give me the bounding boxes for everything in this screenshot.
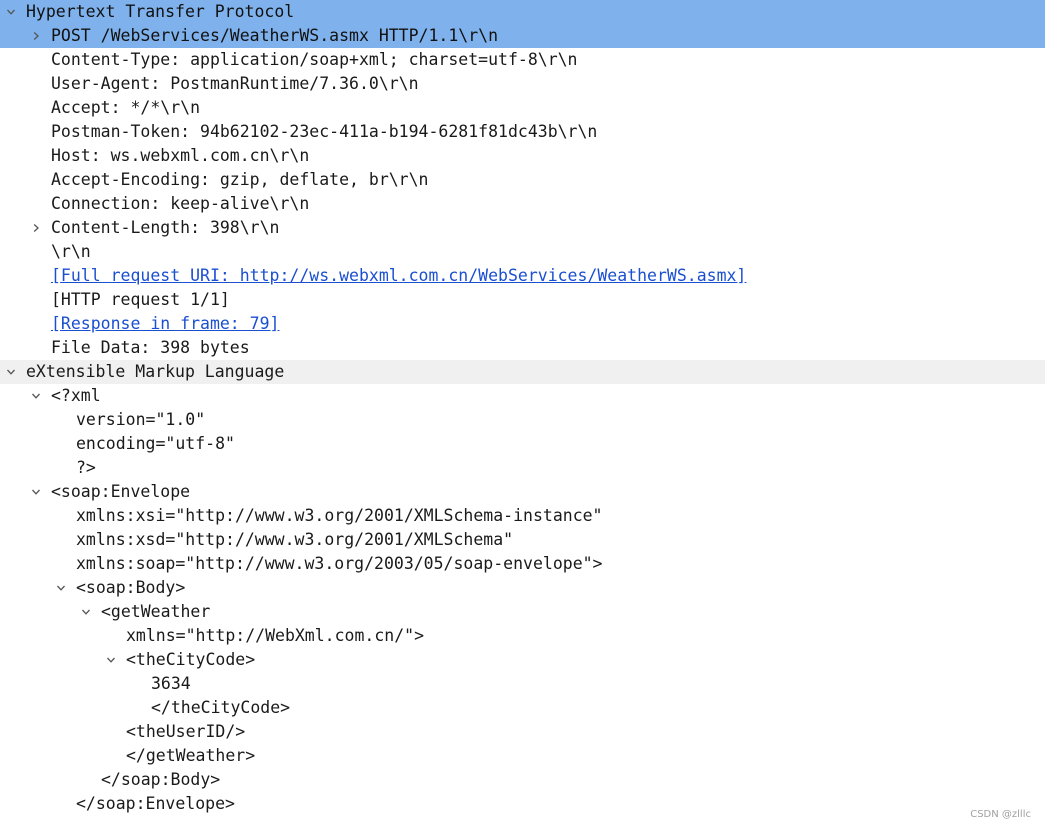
tree-row[interactable]: eXtensible Markup Language [0, 360, 1045, 384]
tree-row-label: Host: ws.webxml.com.cn\r\n [51, 146, 310, 165]
tree-row-label: <soap:Body> [76, 578, 186, 597]
tree-row[interactable]: xmlns:xsd="http://www.w3.org/2001/XMLSch… [0, 528, 1045, 552]
tree-row-label: [HTTP request 1/1] [51, 290, 230, 309]
tree-row-label: xmlns="http://WebXml.com.cn/"> [126, 626, 425, 645]
tree-row[interactable]: </soap:Body> [0, 768, 1045, 792]
tree-row[interactable]: xmlns="http://WebXml.com.cn/"> [0, 624, 1045, 648]
tree-row[interactable]: <theCityCode> [0, 648, 1045, 672]
tree-row[interactable]: POST /WebServices/WeatherWS.asmx HTTP/1.… [0, 24, 1045, 48]
tree-row-label: <theUserID/> [126, 722, 246, 741]
tree-row-label: </theCityCode> [151, 698, 291, 717]
tree-row[interactable]: [Full request URI: http://ws.webxml.com.… [0, 264, 1045, 288]
tree-row[interactable]: ?> [0, 456, 1045, 480]
tree-row[interactable]: xmlns:soap="http://www.w3.org/2003/05/so… [0, 552, 1045, 576]
tree-row[interactable]: </theCityCode> [0, 696, 1045, 720]
tree-row-label: version="1.0" [76, 410, 206, 429]
tree-row[interactable]: User-Agent: PostmanRuntime/7.36.0\r\n [0, 72, 1045, 96]
tree-row-label: \r\n [51, 242, 91, 261]
tree-row-label: eXtensible Markup Language [26, 362, 285, 381]
tree-row-label: Accept: */*\r\n [51, 98, 201, 117]
tree-row-label: <getWeather [101, 602, 211, 621]
tree-row[interactable]: encoding="utf-8" [0, 432, 1045, 456]
chevron-down-icon[interactable] [4, 0, 18, 24]
chevron-down-icon[interactable] [29, 384, 43, 408]
tree-row[interactable]: <?xml [0, 384, 1045, 408]
chevron-right-icon[interactable] [29, 216, 43, 240]
tree-row[interactable]: </soap:Envelope> [0, 792, 1045, 816]
tree-row-label: POST /WebServices/WeatherWS.asmx HTTP/1.… [51, 26, 499, 45]
tree-row-label: File Data: 398 bytes [51, 338, 250, 357]
tree-row-label: </soap:Body> [101, 770, 221, 789]
tree-row[interactable]: <theUserID/> [0, 720, 1045, 744]
tree-row[interactable]: Postman-Token: 94b62102-23ec-411a-b194-6… [0, 120, 1045, 144]
tree-row[interactable]: xmlns:xsi="http://www.w3.org/2001/XMLSch… [0, 504, 1045, 528]
tree-row-label: Accept-Encoding: gzip, deflate, br\r\n [51, 170, 429, 189]
tree-row[interactable]: Hypertext Transfer Protocol [0, 0, 1045, 24]
chevron-down-icon[interactable] [54, 576, 68, 600]
tree-row-label: Hypertext Transfer Protocol [26, 2, 295, 21]
tree-row[interactable]: </getWeather> [0, 744, 1045, 768]
tree-row[interactable]: Connection: keep-alive\r\n [0, 192, 1045, 216]
tree-row[interactable]: Content-Type: application/soap+xml; char… [0, 48, 1045, 72]
tree-row-label: Content-Length: 398\r\n [51, 218, 280, 237]
tree-row-label: Content-Type: application/soap+xml; char… [51, 50, 578, 69]
tree-row[interactable]: Accept: */*\r\n [0, 96, 1045, 120]
watermark: CSDN @zlllc [970, 809, 1031, 820]
tree-row-label: ?> [76, 458, 96, 477]
tree-row-label: Connection: keep-alive\r\n [51, 194, 310, 213]
tree-row[interactable]: <soap:Envelope [0, 480, 1045, 504]
chevron-down-icon[interactable] [29, 480, 43, 504]
tree-row-label: xmlns:xsi="http://www.w3.org/2001/XMLSch… [76, 506, 603, 525]
tree-row-label: 3634 [151, 674, 191, 693]
tree-row[interactable]: [HTTP request 1/1] [0, 288, 1045, 312]
tree-row[interactable]: Host: ws.webxml.com.cn\r\n [0, 144, 1045, 168]
tree-row-label: </getWeather> [126, 746, 256, 765]
tree-row-label: Postman-Token: 94b62102-23ec-411a-b194-6… [51, 122, 598, 141]
tree-row-label: encoding="utf-8" [76, 434, 235, 453]
tree-row-label: xmlns:soap="http://www.w3.org/2003/05/so… [76, 554, 603, 573]
tree-row[interactable]: File Data: 398 bytes [0, 336, 1045, 360]
tree-row-label: xmlns:xsd="http://www.w3.org/2001/XMLSch… [76, 530, 514, 549]
tree-row[interactable]: version="1.0" [0, 408, 1045, 432]
tree-row-label: <soap:Envelope [51, 482, 191, 501]
tree-row[interactable]: Content-Length: 398\r\n [0, 216, 1045, 240]
chevron-right-icon[interactable] [29, 24, 43, 48]
chevron-down-icon[interactable] [104, 648, 118, 672]
tree-row-link[interactable]: [Full request URI: http://ws.webxml.com.… [51, 264, 746, 288]
tree-row[interactable]: <getWeather [0, 600, 1045, 624]
tree-row-label: <theCityCode> [126, 650, 256, 669]
tree-row-link[interactable]: [Response in frame: 79] [51, 312, 279, 336]
tree-row[interactable]: 3634 [0, 672, 1045, 696]
chevron-down-icon[interactable] [79, 600, 93, 624]
tree-row[interactable]: <soap:Body> [0, 576, 1045, 600]
tree-row[interactable]: \r\n [0, 240, 1045, 264]
tree-row[interactable]: Accept-Encoding: gzip, deflate, br\r\n [0, 168, 1045, 192]
tree-row-label: </soap:Envelope> [76, 794, 235, 813]
chevron-down-icon[interactable] [4, 360, 18, 384]
tree-row-label: <?xml [51, 386, 101, 405]
tree-row[interactable]: [Response in frame: 79] [0, 312, 1045, 336]
tree-row-label: User-Agent: PostmanRuntime/7.36.0\r\n [51, 74, 419, 93]
